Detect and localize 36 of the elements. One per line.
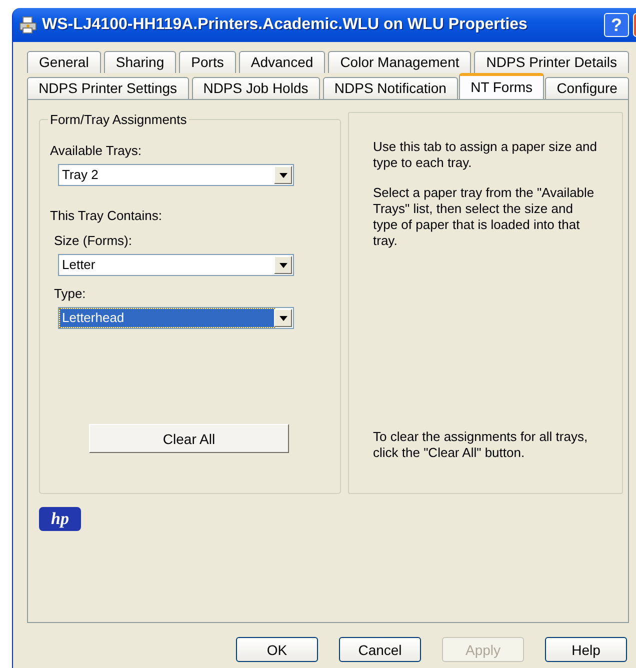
tab[interactable]: Advanced <box>238 51 326 73</box>
tab[interactable]: Sharing <box>104 51 176 73</box>
tab[interactable]: NT Forms <box>459 73 544 99</box>
section-label: This Tray Contains: <box>50 208 163 223</box>
field-label: Available Trays: <box>50 143 143 158</box>
logo: hp <box>39 507 81 531</box>
dropdown[interactable]: Letter <box>58 254 294 276</box>
caret-icon <box>278 262 288 268</box>
help-button[interactable]: ? <box>604 13 629 37</box>
dropdown[interactable]: Tray 2 <box>58 164 294 186</box>
dropdown-arrow-button[interactable] <box>274 309 292 327</box>
help-text: Select a paper tray from the "Available Trays" list, then select the size and type of paper that is loaded into that tray. <box>373 185 596 249</box>
tab[interactable]: Configure <box>545 77 629 99</box>
dialog-button[interactable]: Help <box>545 637 627 662</box>
printer-icon <box>19 16 37 34</box>
tab[interactable]: NDPS Job Holds <box>192 77 320 99</box>
tab[interactable]: Ports <box>179 51 236 73</box>
tab[interactable]: NDPS Printer Details <box>474 51 629 73</box>
field-label: Type: <box>54 286 87 301</box>
dialog-button[interactable]: OK <box>236 637 318 662</box>
caret-icon <box>278 316 288 320</box>
dropdown-arrow-button[interactable] <box>274 256 292 274</box>
tab[interactable]: Color Management <box>328 51 472 73</box>
dialog-button[interactable]: Cancel <box>339 637 421 662</box>
dropdown-arrow-button[interactable] <box>274 166 292 184</box>
tab[interactable]: NDPS Notification <box>322 77 458 99</box>
tab[interactable]: NDPS Printer Settings <box>27 77 189 99</box>
clear-all-button[interactable]: Clear All <box>89 424 289 453</box>
help-text: To clear the assignments for all trays, click the "Clear All" button. <box>373 429 589 461</box>
help-text: Use this tab to assign a paper size and type to each tray. <box>373 139 598 171</box>
caret-icon <box>278 172 288 178</box>
window-title: WS-LJ4100-HH119A.Printers.Academic.WLU on WLU Properties <box>42 16 528 34</box>
tab[interactable]: General <box>27 51 101 73</box>
group-title: Form/Tray Assignments <box>49 112 188 127</box>
dropdown[interactable]: Letterhead <box>58 307 294 329</box>
field-label: Size (Forms): <box>54 233 133 248</box>
